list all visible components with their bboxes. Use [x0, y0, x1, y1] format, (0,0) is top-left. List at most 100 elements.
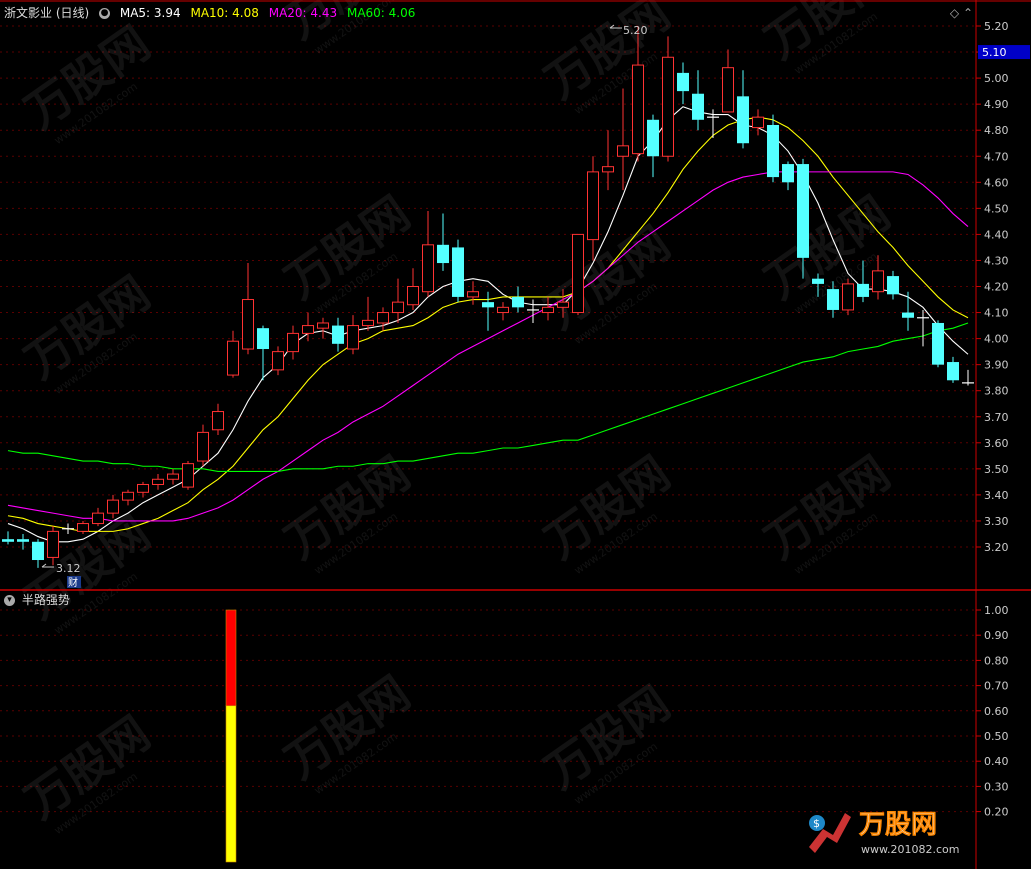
candle[interactable]: [212, 403, 224, 435]
candle[interactable]: [677, 62, 689, 105]
stock-title[interactable]: 浙文影业 (日线): [4, 6, 89, 20]
candle[interactable]: [962, 369, 974, 386]
candle-body: [902, 312, 914, 318]
candle[interactable]: [377, 307, 389, 331]
candle[interactable]: [437, 213, 449, 271]
candle[interactable]: [602, 130, 614, 191]
stock-chart[interactable]: 万股网www.201082.com 万股网www.201082.com 万股网www…: [0, 0, 1031, 869]
candle[interactable]: [902, 291, 914, 331]
candle-body: [422, 244, 434, 293]
candle[interactable]: [767, 114, 779, 183]
candle[interactable]: [302, 312, 314, 342]
candle[interactable]: [422, 210, 434, 297]
diamond-icon[interactable]: ◇: [950, 6, 959, 20]
candle[interactable]: [332, 317, 344, 352]
collapse-icon[interactable]: ⌃: [963, 6, 973, 20]
candle[interactable]: [272, 346, 284, 376]
price-tick-label: 3.60: [984, 437, 1009, 450]
candle-body: [932, 322, 944, 365]
candle[interactable]: [512, 286, 524, 313]
candle[interactable]: [587, 156, 599, 261]
candle-body: [257, 328, 269, 350]
indicator-tick-label: 0.50: [984, 730, 1009, 743]
candle[interactable]: [92, 507, 104, 527]
indicator-title[interactable]: 半路强势: [22, 593, 70, 607]
panel-controls: ◇ ⌃: [950, 6, 973, 20]
ma10-value: 4.08: [232, 6, 259, 20]
candle-body: [452, 247, 464, 297]
indicator-axis: 1.000.900.800.700.600.500.400.300.20: [976, 604, 1009, 819]
candle[interactable]: [467, 281, 479, 305]
candle[interactable]: [392, 278, 404, 323]
watermark: 万股网www.201082.com: [15, 266, 159, 397]
candle[interactable]: [32, 539, 44, 568]
candle[interactable]: [932, 320, 944, 368]
watermark: 万股网www.201082.com: [755, 0, 899, 77]
candle[interactable]: [917, 309, 929, 347]
candle[interactable]: [722, 49, 734, 113]
price-tick-label: 4.30: [984, 254, 1009, 267]
candle[interactable]: [452, 239, 464, 303]
watermark: 万股网www.201082.com: [535, 676, 679, 807]
candle[interactable]: [737, 70, 749, 149]
price-tick-label: 4.20: [984, 281, 1009, 294]
candle[interactable]: [197, 424, 209, 467]
candle[interactable]: [317, 317, 329, 339]
candle[interactable]: [362, 296, 374, 331]
price-tick-label: 4.00: [984, 333, 1009, 346]
indicator-tick-label: 0.70: [984, 680, 1009, 693]
candle[interactable]: [2, 531, 14, 545]
candle[interactable]: [527, 299, 539, 323]
candle[interactable]: [152, 474, 164, 490]
ma20-value: 4.43: [310, 6, 338, 20]
candle-body: [242, 299, 254, 350]
ma20-label: MA20:: [268, 6, 307, 20]
candle-body: [2, 539, 14, 542]
candle-body: [692, 93, 704, 120]
candle[interactable]: [62, 523, 74, 534]
candle[interactable]: [167, 468, 179, 485]
candle-body: [512, 296, 524, 308]
candle[interactable]: [77, 520, 89, 534]
ma10-legend: MA10: 4.08: [190, 6, 258, 20]
candle[interactable]: [287, 325, 299, 360]
candle[interactable]: [647, 114, 659, 178]
candle-body: [647, 119, 659, 157]
candle[interactable]: [407, 268, 419, 310]
candle[interactable]: [947, 356, 959, 383]
price-tick-label: 4.80: [984, 124, 1009, 137]
candle[interactable]: [692, 70, 704, 131]
indicator-settings-icon[interactable]: ▾: [4, 595, 15, 606]
settings-icon[interactable]: ●: [99, 8, 111, 19]
candle-body: [557, 301, 569, 308]
candle-body: [332, 325, 344, 344]
candle-body: [92, 512, 104, 525]
price-tick-label: 3.20: [984, 541, 1009, 554]
candle[interactable]: [182, 461, 194, 490]
indicator-tick-label: 0.90: [984, 629, 1009, 642]
brand-logo: $ 万股网 www.201082.com: [809, 810, 959, 856]
low-price-label: 3.12: [56, 562, 81, 575]
candle[interactable]: [242, 263, 254, 355]
candle[interactable]: [782, 161, 794, 191]
candle[interactable]: [662, 36, 674, 162]
price-tick-label: 3.90: [984, 359, 1009, 372]
candle-body: [542, 306, 554, 314]
candle[interactable]: [257, 325, 269, 381]
candle[interactable]: [887, 270, 899, 300]
candle-body: [152, 478, 164, 485]
ma20-legend: MA20: 4.43: [269, 6, 337, 20]
candle[interactable]: [572, 233, 584, 316]
candle[interactable]: [347, 315, 359, 355]
price-tick-label: 3.40: [984, 489, 1009, 502]
candle[interactable]: [752, 109, 764, 136]
candle[interactable]: [842, 278, 854, 316]
candle[interactable]: [497, 302, 509, 321]
watermark: 万股网www.201082.com: [535, 446, 679, 577]
candle-body: [482, 302, 494, 308]
candle-body: [752, 116, 764, 129]
candle[interactable]: [227, 330, 239, 378]
candle[interactable]: [122, 489, 134, 506]
ma-line-ma60: [7, 322, 969, 473]
candle[interactable]: [482, 291, 494, 331]
